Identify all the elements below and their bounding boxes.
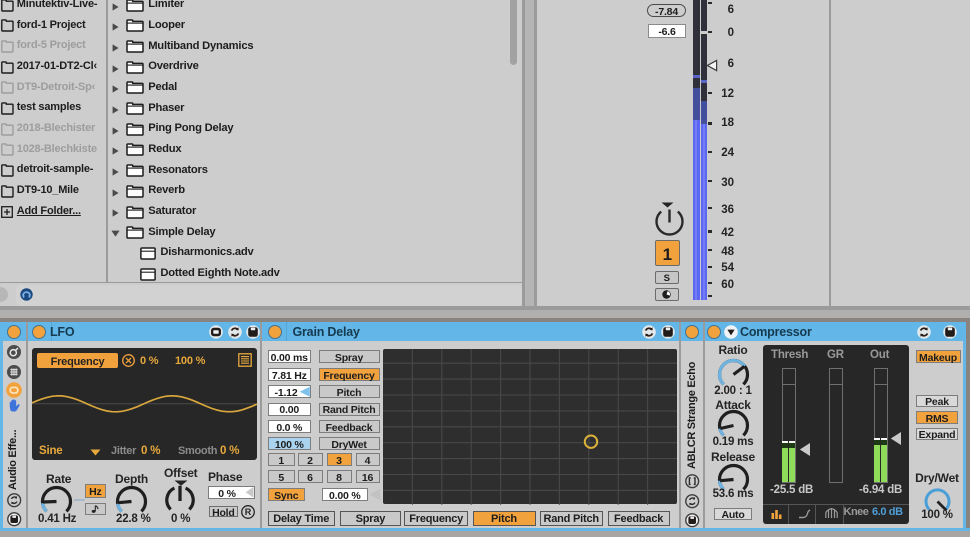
svg-text:R: R [245,508,252,518]
